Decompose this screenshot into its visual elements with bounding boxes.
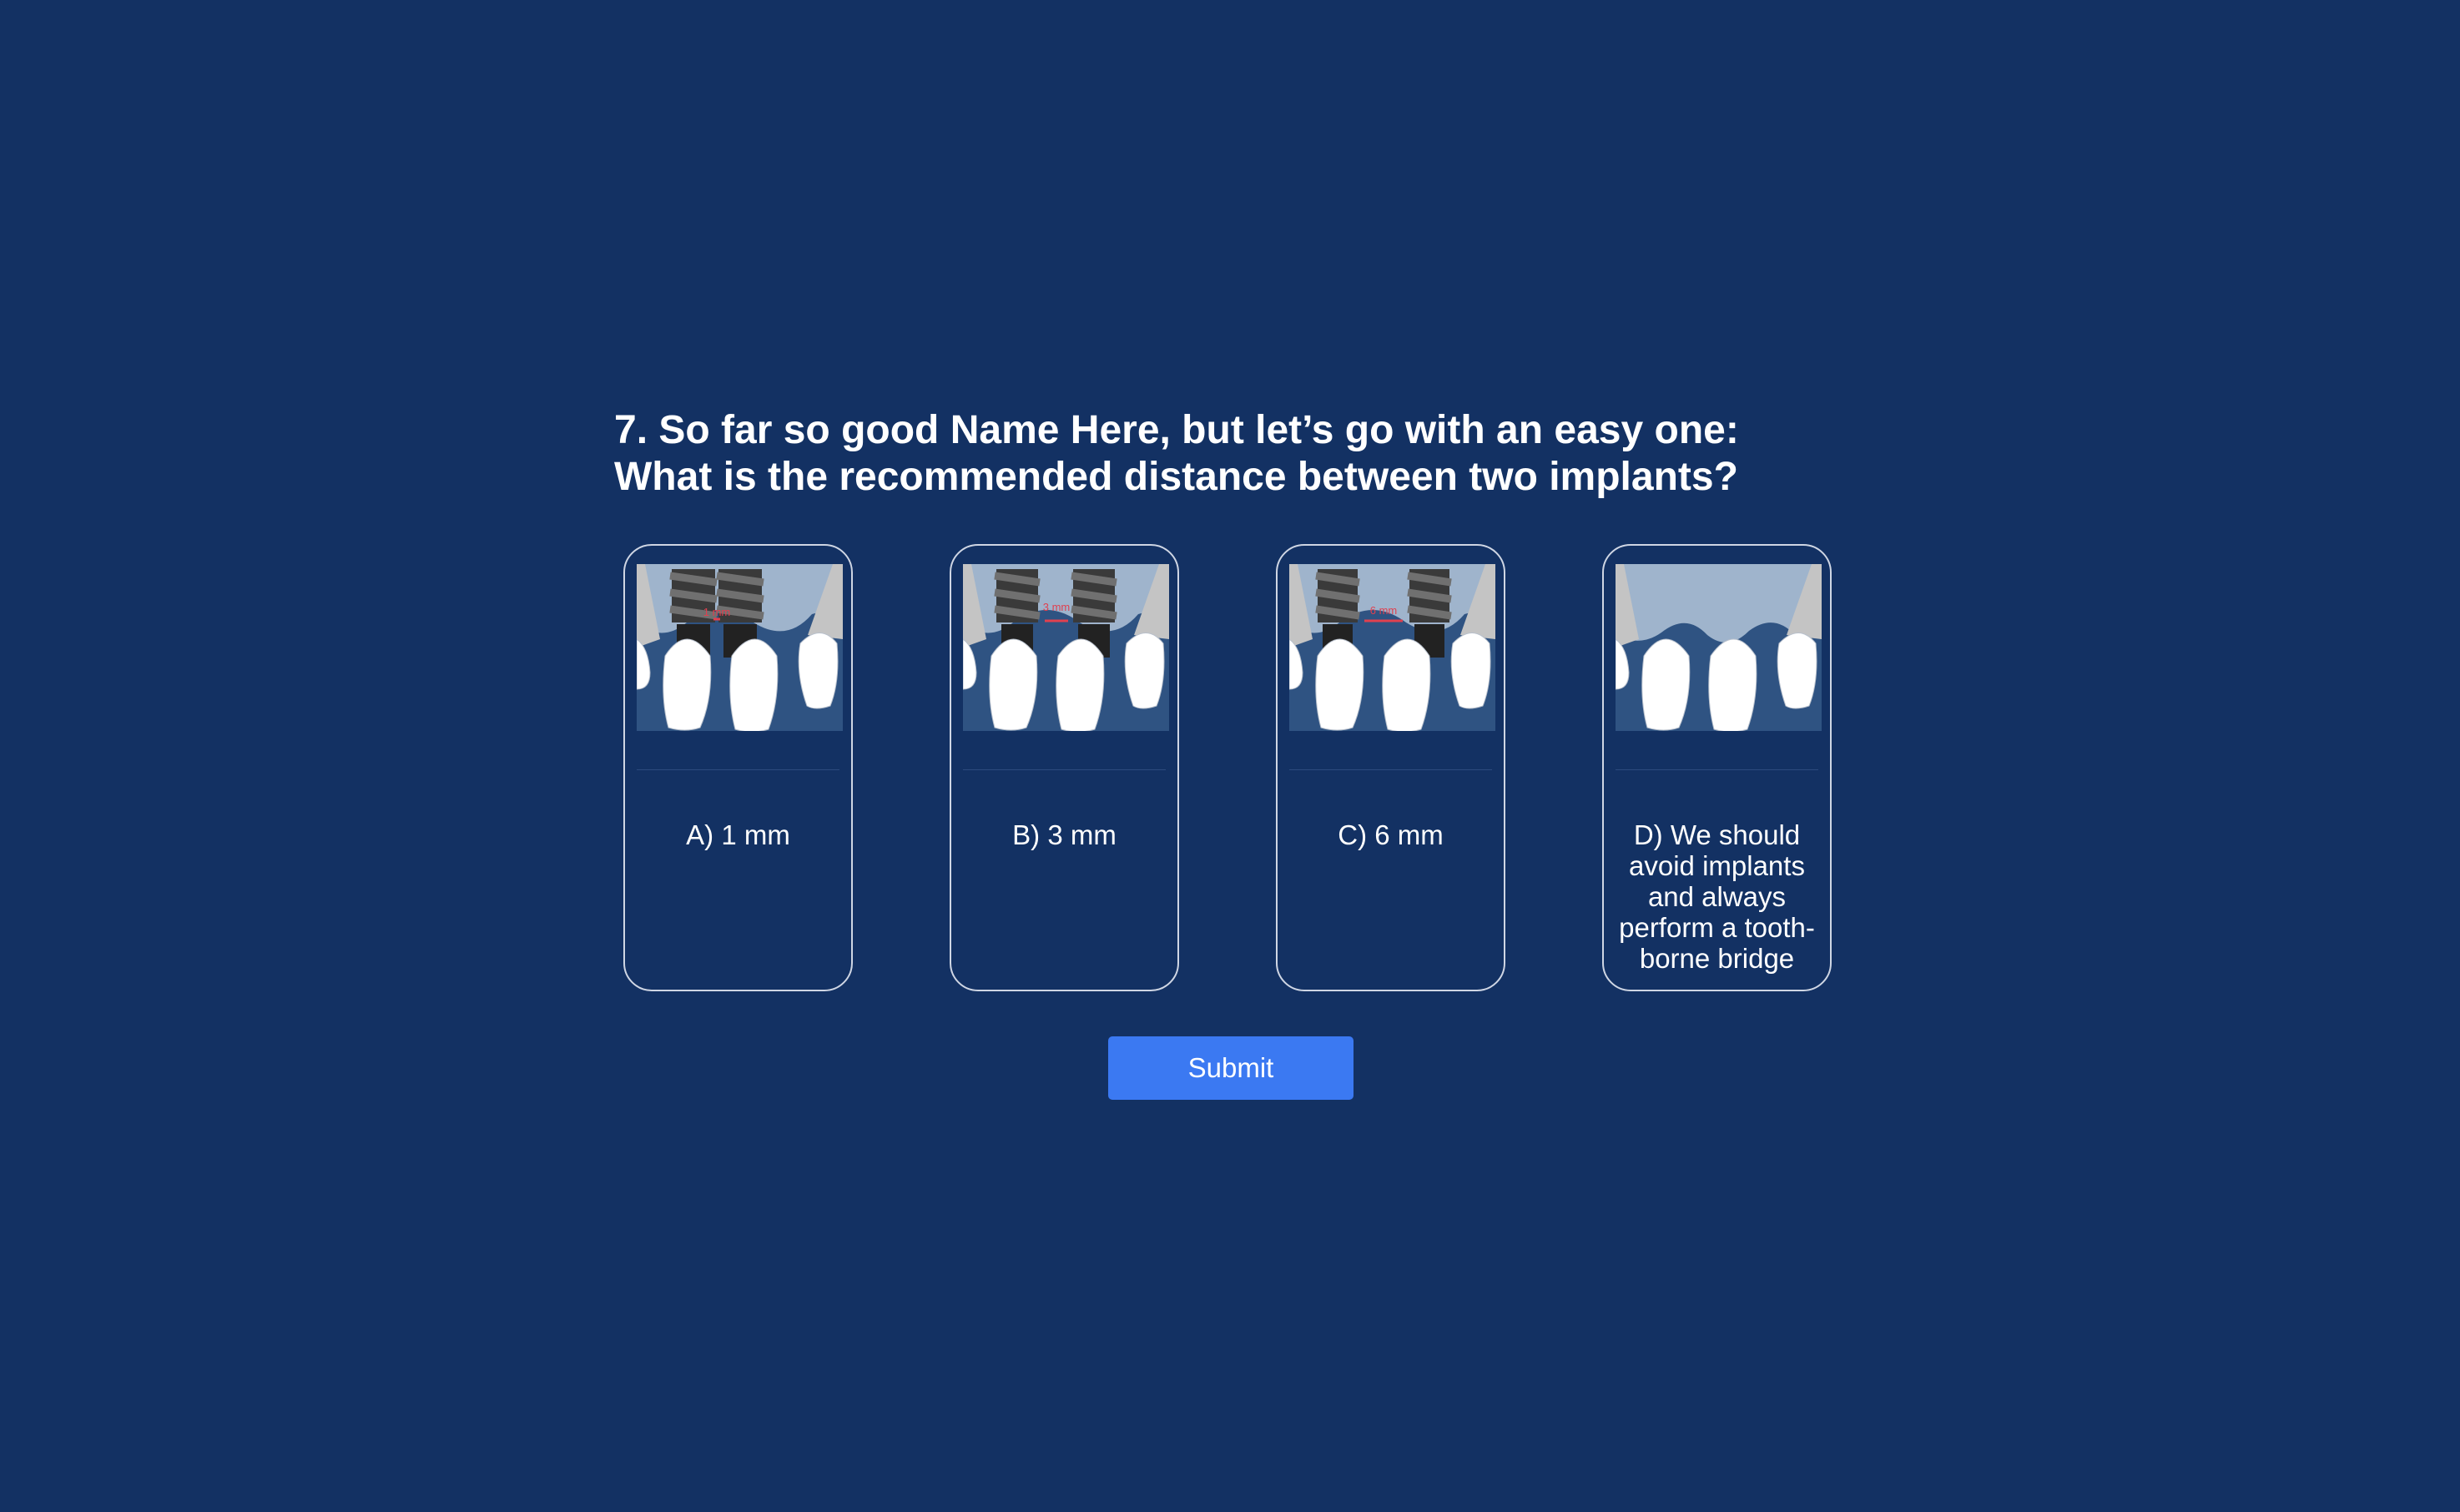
option-card-b[interactable]: 3 mm B) 3 mm bbox=[950, 544, 1179, 991]
two-implants-1mm-illustration: 1 mm bbox=[637, 564, 843, 731]
option-card-a[interactable]: 1 mm A) 1 mm bbox=[623, 544, 853, 991]
option-card-d[interactable]: D) We should avoid implants and always p… bbox=[1602, 544, 1832, 991]
question-line-1: 7. So far so good Name Here, but let’s g… bbox=[614, 408, 1739, 452]
svg-text:1 mm: 1 mm bbox=[703, 606, 731, 618]
option-label-a: A) 1 mm bbox=[686, 819, 790, 850]
tooth-borne-bridge-illustration bbox=[1616, 564, 1822, 731]
svg-text:6 mm: 6 mm bbox=[1370, 604, 1398, 617]
option-label-d: D) We should avoid implants and always p… bbox=[1619, 819, 1815, 974]
answer-options: 1 mm A) 1 mm 3 mm B) 3 mm 6 mm C) 6 mm D… bbox=[623, 544, 1832, 991]
option-card-c[interactable]: 6 mm C) 6 mm bbox=[1276, 544, 1505, 991]
option-label-b: B) 3 mm bbox=[1012, 819, 1117, 850]
question-text: 7. So far so good Name Here, but let’s g… bbox=[614, 407, 1739, 501]
option-divider bbox=[637, 769, 839, 770]
two-implants-6mm-illustration: 6 mm bbox=[1289, 564, 1495, 731]
submit-button[interactable]: Submit bbox=[1108, 1036, 1354, 1100]
option-divider bbox=[1616, 769, 1818, 770]
question-line-2: What is the recommended distance between… bbox=[614, 455, 1738, 499]
option-label-c: C) 6 mm bbox=[1338, 819, 1444, 850]
option-divider bbox=[963, 769, 1166, 770]
svg-text:3 mm: 3 mm bbox=[1043, 601, 1071, 613]
two-implants-3mm-illustration: 3 mm bbox=[963, 564, 1169, 731]
option-divider bbox=[1289, 769, 1492, 770]
